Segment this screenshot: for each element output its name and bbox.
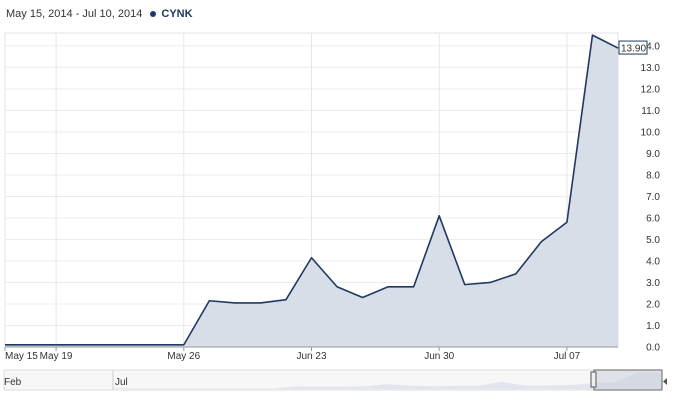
y-tick-label: 12.0	[641, 84, 661, 95]
navigator-arrow-icon[interactable]	[663, 378, 667, 385]
data-point[interactable]	[4, 344, 6, 346]
data-point[interactable]	[80, 344, 82, 346]
data-point[interactable]	[55, 344, 57, 346]
data-point[interactable]	[540, 240, 542, 242]
y-tick-label: 9.0	[646, 149, 660, 160]
last-value-label: 13.90	[621, 44, 646, 55]
data-point[interactable]	[132, 344, 134, 346]
y-tick-label: 6.0	[646, 213, 660, 224]
data-point[interactable]	[336, 286, 338, 288]
data-point[interactable]	[515, 273, 517, 275]
range-navigator[interactable]: Feb Jul	[3, 369, 667, 391]
y-tick-label: 7.0	[646, 192, 660, 203]
data-point[interactable]	[438, 215, 440, 217]
navigator-label-jul: Jul	[115, 377, 128, 388]
data-point[interactable]	[259, 302, 261, 304]
data-point[interactable]	[566, 221, 568, 223]
y-tick-label: 4.0	[646, 256, 660, 267]
y-tick-label: 11.0	[641, 106, 660, 117]
y-axis-ticks: 0.0 1.0 2.0 3.0 4.0 5.0 6.0 7.0 8.0 9.0 10.0 11.0 12…	[641, 41, 661, 353]
x-axis-ticks: May 15 May 19 May 26 Jun 23 Jun 30 Jul 07	[4, 346, 618, 362]
price-chart[interactable]: 0.0 1.0 2.0 3.0 4.0 5.0 6.0 7.0 8.0 9.0 10.0 11.0 12…	[0, 0, 675, 408]
data-point[interactable]	[387, 286, 389, 288]
navigator-label-feb: Feb	[4, 377, 22, 388]
data-point[interactable]	[208, 300, 210, 302]
x-tick-label: Jul 07	[554, 351, 581, 362]
data-point[interactable]	[591, 34, 593, 36]
y-tick-label: 8.0	[646, 170, 660, 181]
x-tick-label: May 15	[5, 351, 38, 362]
x-tick-label: Jun 23	[296, 351, 326, 362]
data-point[interactable]	[183, 344, 185, 346]
y-tick-label: 0.0	[646, 343, 660, 354]
data-point[interactable]	[464, 283, 466, 285]
y-tick-label: 5.0	[646, 235, 660, 246]
x-tick-label: May 19	[40, 351, 73, 362]
data-point[interactable]	[412, 286, 414, 288]
x-tick-label: Jun 30	[424, 351, 454, 362]
data-point[interactable]	[234, 302, 236, 304]
navigator-selection[interactable]	[593, 369, 663, 391]
y-tick-label: 13.0	[641, 63, 661, 74]
data-point[interactable]	[285, 298, 287, 300]
data-point[interactable]	[310, 257, 312, 259]
last-value-callout: 13.90	[618, 40, 648, 55]
y-tick-label: 2.0	[646, 299, 660, 310]
y-tick-label: 1.0	[646, 321, 660, 332]
data-point[interactable]	[489, 281, 491, 283]
navigator-handle-left[interactable]	[590, 371, 597, 388]
x-tick-label: May 26	[167, 351, 200, 362]
y-tick-label: 3.0	[646, 278, 660, 289]
data-point[interactable]	[29, 344, 31, 346]
data-point[interactable]	[106, 344, 108, 346]
data-point[interactable]	[361, 296, 363, 298]
data-point[interactable]	[157, 344, 159, 346]
y-tick-label: 10.0	[641, 127, 661, 138]
